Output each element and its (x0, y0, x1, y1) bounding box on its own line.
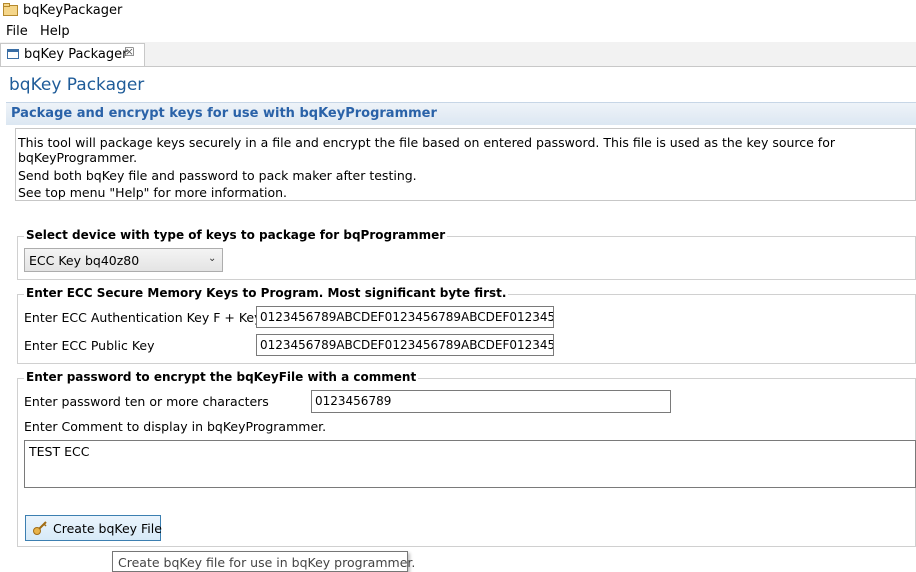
description-line: This tool will package keys securely in … (18, 135, 835, 165)
description-line: See top menu "Help" for more information… (18, 185, 288, 200)
menu-bar (0, 22, 916, 42)
password-label: Enter password ten or more characters (24, 394, 269, 409)
chevron-down-icon: ⌄ (208, 253, 217, 264)
comment-label: Enter Comment to display in bqKeyProgram… (24, 419, 327, 434)
close-icon[interactable]: ☒ (124, 45, 135, 59)
description-line: Send both bqKey file and password to pac… (18, 168, 417, 183)
keys-group-label: Enter ECC Secure Memory Keys to Program.… (24, 286, 509, 300)
view-icon (7, 49, 19, 59)
menu-file[interactable]: File (6, 24, 28, 39)
auth-key-input[interactable]: 0123456789ABCDEF0123456789ABCDEF01234567… (256, 306, 554, 328)
device-group-label: Select device with type of keys to packa… (24, 228, 448, 242)
device-select-value: ECC Key bq40z80 (29, 253, 140, 268)
password-group-label: Enter password to encrypt the bqKeyFile … (24, 370, 419, 384)
section-title: Package and encrypt keys for use with bq… (11, 106, 437, 121)
tooltip-text: Create bqKey file for use in bqKey progr… (118, 555, 416, 570)
comment-textarea[interactable] (24, 440, 916, 488)
menu-help[interactable]: Help (40, 24, 70, 39)
title-bar (0, 0, 916, 22)
window-title: bqKeyPackager (23, 3, 123, 18)
page-title: bqKey Packager (9, 75, 145, 95)
key-icon (33, 521, 47, 535)
create-button-label: Create bqKey File (53, 521, 162, 536)
app-icon (3, 3, 18, 16)
password-input[interactable]: 0123456789 (311, 390, 671, 413)
auth-key-label: Enter ECC Authentication Key F + Key C (24, 310, 275, 325)
public-key-label: Enter ECC Public Key (24, 338, 155, 353)
comment-text: TEST ECC (29, 444, 90, 459)
tab-label: bqKey Packager (24, 47, 128, 62)
public-key-input[interactable]: 0123456789ABCDEF0123456789ABCDEF01234567… (256, 334, 554, 356)
